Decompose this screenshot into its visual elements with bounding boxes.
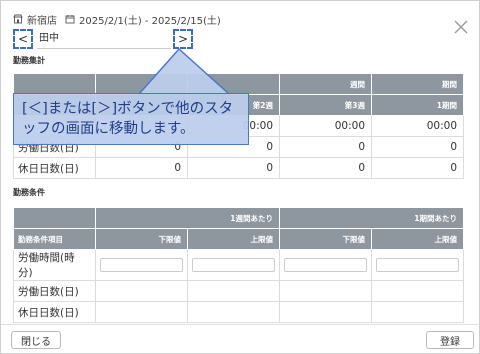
modal-dialog: 新宿店 2025/2/1(土) - 2025/2/15(土) < 田中 > 勤務… — [0, 0, 480, 354]
footer-divider — [1, 324, 480, 325]
callout-tooltip: [＜]または[＞]ボタンで他のスタッフの画面に移動します。 — [13, 93, 249, 145]
callout-pointer — [137, 47, 231, 95]
save-button[interactable]: 登録 — [426, 331, 474, 349]
close-button[interactable]: 閉じる — [11, 331, 61, 349]
